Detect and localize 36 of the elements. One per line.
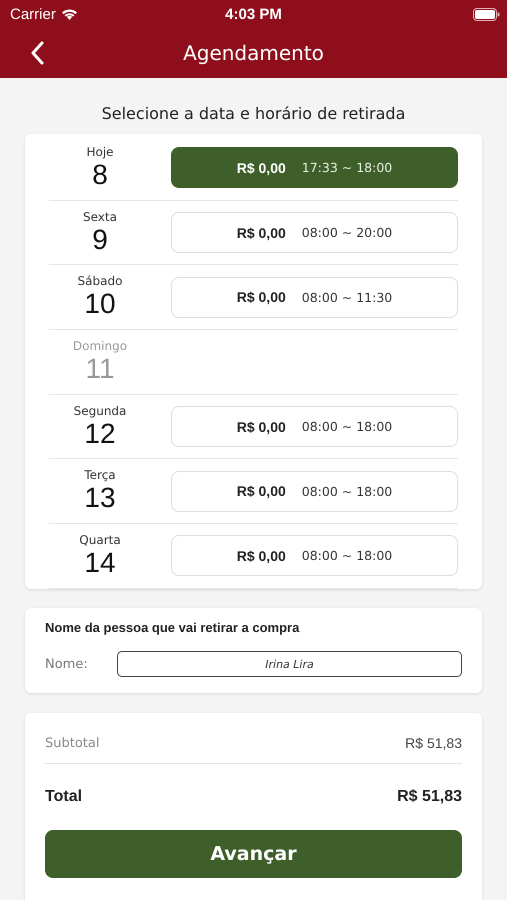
day-number: 10 [84,288,116,320]
carrier-name: Carrier [10,6,56,22]
time-slot-button[interactable]: R$ 0,00 08:00 ~ 18:00 [171,406,458,448]
day-number: 14 [84,546,116,579]
weekday-label: Domingo [72,338,128,353]
day-number: 12 [84,418,116,450]
total-label: Total [45,788,82,806]
status-time: 4:03 PM [225,6,282,22]
time-slot-button[interactable]: R$ 0,00 08:00 ~ 18:00 [171,470,458,512]
wifi-icon [60,8,78,20]
battery-icon [473,8,500,20]
time-slot-button[interactable]: R$ 0,00 08:00 ~ 11:30 [171,276,458,318]
subtotal-value: R$ 51,83 [405,735,462,751]
day-number: 11 [85,352,115,385]
day-number: 9 [92,224,108,256]
name-label: Nome: [45,656,89,672]
pickup-title: Nome da pessoa que vai retirar a compra [45,620,300,635]
back-button[interactable] [30,41,44,65]
name-input[interactable]: Irina Lira [117,651,462,677]
chevron-left-icon [30,41,44,65]
screen-title: Agendamento [183,41,324,65]
day-number: 13 [84,482,116,514]
weekday-label: Terça [84,468,116,482]
subtotal-label: Subtotal [45,736,100,750]
advance-button[interactable]: Avançar [45,830,462,878]
weekday-label: Sábado [78,274,122,288]
weekday-label: Segunda [74,404,126,418]
day-number: 8 [92,158,108,191]
time-slot-button[interactable]: R$ 0,00 08:00 ~ 20:00 [171,212,458,254]
total-value: R$ 51,83 [397,788,462,806]
time-slot-button[interactable]: R$ 0,00 17:33 ~ 18:00 [171,147,458,188]
weekday-label: Quarta [79,532,121,547]
weekday-label: Sexta [83,210,117,224]
time-slot-button[interactable]: R$ 0,00 08:00 ~ 18:00 [171,535,458,576]
weekday-label: Hoje [86,144,114,159]
section-heading: Selecione a data e horário de retirada [100,103,406,125]
